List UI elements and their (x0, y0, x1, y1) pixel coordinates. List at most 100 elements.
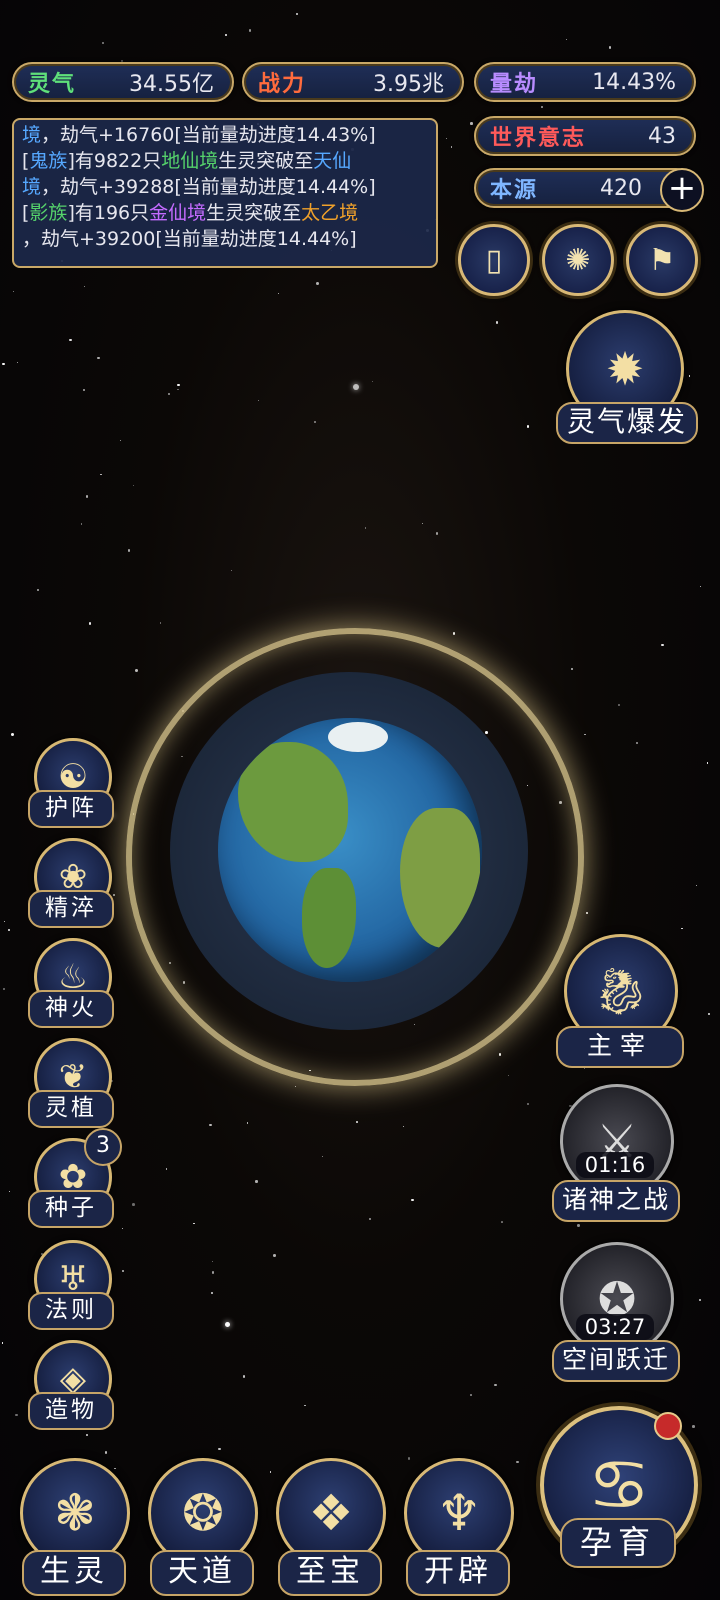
left-menu-item-1[interactable]: ❀ 精淬 (28, 838, 114, 928)
star (421, 522, 423, 525)
incubate-button[interactable]: ♋ 孕育 (536, 1400, 700, 1596)
left-menu-item-5[interactable]: ♅ 法则 (28, 1240, 114, 1330)
star (224, 1321, 230, 1327)
star (104, 1451, 107, 1454)
add-origin-button[interactable]: + (660, 168, 704, 212)
vortex-icon: ✺ (565, 242, 591, 278)
stat-zhanli-value: 3.95兆 (373, 72, 444, 97)
bottom-nav-item-2[interactable]: ❖ 至宝 (268, 1458, 388, 1598)
log-realm: 境 (22, 176, 42, 198)
star (2, 988, 5, 991)
log-tribe: 影族 (29, 202, 68, 224)
stat-lingqi-value: 34.55亿 (129, 72, 214, 97)
star (698, 1299, 701, 1301)
star (470, 1394, 472, 1396)
log-realm: 境 (22, 124, 42, 146)
star (135, 668, 139, 672)
event-log[interactable]: 境，劫气+16760[当前量劫进度14.43%] [鬼族]有9822只地仙境生灵… (12, 118, 438, 268)
left-menu-label: 造物 (28, 1392, 114, 1430)
left-menu-item-3[interactable]: ❦ 灵植 (28, 1038, 114, 1128)
star (177, 383, 180, 386)
flag-icon: ⚑ (648, 242, 676, 278)
bottom-nav-label: 生灵 (22, 1550, 126, 1596)
ice-cap (328, 722, 388, 752)
plus-icon: + (667, 168, 697, 208)
star (570, 667, 573, 670)
stat-world-will-label: 世界意志 (490, 126, 587, 151)
left-menu-label: 法则 (28, 1292, 114, 1330)
space-leap-button[interactable]: ✪ 03:27 空间跃迁 (552, 1242, 680, 1382)
left-menu-item-4[interactable]: ✿ 种子 3 (28, 1128, 122, 1228)
left-menu-item-0[interactable]: ☯ 护阵 (28, 738, 114, 828)
continent-africa (400, 808, 480, 948)
log-text: ，劫气+39200[当前量劫进度14.44%] (22, 228, 357, 250)
star (255, 1180, 258, 1183)
star (257, 399, 259, 402)
star (498, 1053, 502, 1056)
leap-label: 空间跃迁 (552, 1340, 680, 1382)
bottom-nav-label: 至宝 (278, 1550, 382, 1596)
star (316, 281, 320, 285)
stat-origin-value: 420 (600, 175, 642, 201)
star (470, 122, 473, 125)
log-text: ，劫气+16760[当前量劫进度14.43%] (41, 124, 376, 146)
left-menu-label: 神火 (28, 990, 114, 1028)
leap-timer: 03:27 (576, 1314, 654, 1340)
star (82, 389, 85, 392)
continent-north-america (238, 742, 348, 862)
log-tribe: 鬼族 (29, 150, 68, 172)
star (352, 383, 359, 391)
log-text: 生灵突破至 (218, 150, 314, 172)
log-text: ]有9822只 (67, 150, 162, 172)
burst-label: 灵气爆发 (556, 402, 698, 444)
left-menu-label: 护阵 (28, 790, 114, 828)
log-line: 境，劫气+16760[当前量劫进度14.43%] (22, 122, 428, 148)
bottom-nav-item-0[interactable]: ❃ 生灵 (12, 1458, 132, 1598)
log-text: 生灵突破至 (206, 202, 302, 224)
star (85, 495, 88, 498)
star (368, 1217, 371, 1221)
star (211, 1271, 214, 1274)
star (608, 46, 611, 49)
star (100, 473, 102, 476)
bottom-nav-item-3[interactable]: ♆ 开辟 (396, 1458, 516, 1598)
log-realm: 天仙 (313, 150, 352, 172)
stat-zhanli: 战力 3.95兆 (242, 62, 464, 102)
flag-button[interactable]: ⚑ (626, 224, 698, 296)
star (617, 703, 620, 706)
burst-button[interactable]: ✹ 灵气爆发 (556, 310, 698, 450)
star (243, 1375, 246, 1378)
master-button[interactable]: 🐉︎ 主宰 (556, 934, 684, 1068)
stat-origin-label: 本源 (490, 178, 539, 203)
left-menu-label: 精淬 (28, 890, 114, 928)
stat-zhanli-label: 战力 (258, 72, 307, 97)
stat-liangjie-value: 14.43% (592, 69, 676, 95)
star (661, 643, 664, 647)
star (119, 439, 121, 441)
log-text: ]有196只 (67, 202, 150, 224)
left-menu-label: 种子 (28, 1190, 114, 1228)
planet-earth[interactable] (218, 718, 482, 982)
card-icon: ▯ (485, 242, 503, 278)
notification-dot (654, 1412, 682, 1440)
stat-liangjie: 量劫 14.43% (474, 62, 696, 102)
log-line: [影族]有196只金仙境生灵突破至太乙境 ，劫气+39200[当前量劫进度14.4… (22, 200, 428, 252)
star (495, 321, 499, 324)
star (355, 1120, 358, 1123)
incubate-label: 孕育 (560, 1518, 676, 1568)
left-menu-item-2[interactable]: ♨ 神火 (28, 938, 114, 1028)
star (218, 1447, 221, 1451)
star (88, 622, 91, 625)
stat-liangjie-label: 量劫 (490, 72, 539, 97)
bottom-nav-item-1[interactable]: ❂ 天道 (140, 1458, 260, 1598)
star (16, 361, 18, 363)
star (208, 1123, 212, 1127)
star (193, 1222, 195, 1225)
stat-world-will: 世界意志 43 (474, 116, 696, 156)
left-menu-label: 灵植 (28, 1090, 114, 1128)
card-button[interactable]: ▯ (458, 224, 530, 296)
left-menu-item-6[interactable]: ◈ 造物 (28, 1340, 114, 1430)
war-of-gods-button[interactable]: ⚔ 01:16 诸神之战 (552, 1084, 680, 1222)
log-realm: 太乙境 (301, 202, 359, 224)
vortex-button[interactable]: ✺ (542, 224, 614, 296)
